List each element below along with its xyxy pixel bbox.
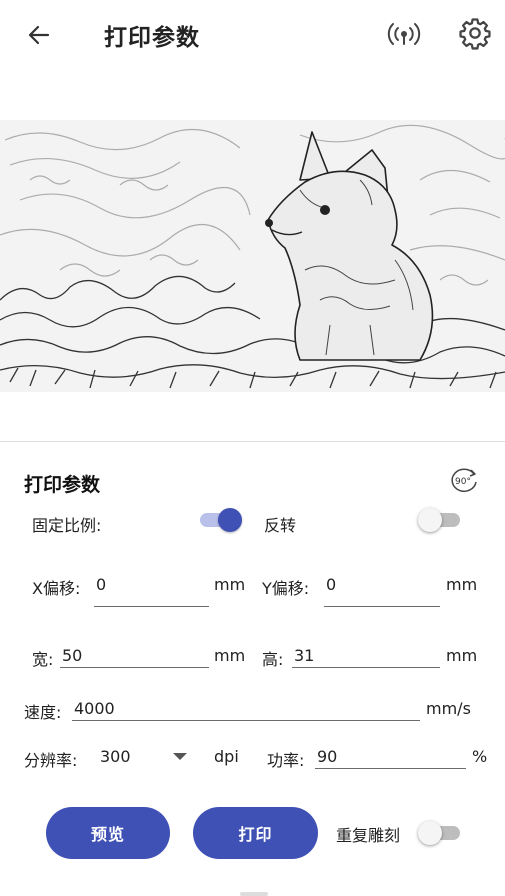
top-bar: 打印参数 [0, 0, 505, 70]
antenna-signal-icon [387, 23, 421, 45]
repeat-engrave-switch[interactable] [418, 820, 464, 846]
y-offset-underline [324, 606, 440, 607]
power-underline [315, 768, 466, 769]
y-offset-label: Y偏移: [262, 579, 310, 598]
rotate-90-label: 90° [455, 477, 471, 487]
height-underline [292, 667, 440, 668]
arrow-left-icon [28, 25, 50, 45]
height-input[interactable]: 31 [294, 646, 314, 665]
y-offset-input[interactable]: 0 [326, 575, 336, 594]
connection-button[interactable] [386, 18, 422, 50]
resolution-select[interactable]: 300 [100, 747, 131, 766]
height-unit: mm [446, 646, 478, 665]
print-button[interactable]: 打印 [193, 807, 318, 859]
speed-label: 速度: [24, 703, 62, 722]
power-label: 功率: [267, 751, 305, 770]
section-title: 打印参数 [24, 474, 101, 496]
x-offset-label: X偏移: [32, 579, 81, 598]
y-offset-unit: mm [446, 575, 478, 594]
chevron-down-icon[interactable] [173, 753, 187, 760]
rotate-90-icon: 90° [451, 468, 477, 493]
speed-unit: mm/s [426, 699, 471, 718]
page-title: 打印参数 [104, 25, 200, 51]
engraving-preview-image[interactable] [0, 120, 505, 392]
settings-button[interactable] [458, 16, 492, 50]
speed-underline [72, 720, 420, 721]
repeat-engrave-label: 重复雕刻 [336, 826, 401, 845]
rotate-90-button[interactable]: 90° [448, 466, 480, 494]
gear-icon [459, 18, 491, 50]
invert-switch[interactable] [418, 507, 464, 533]
speed-input[interactable]: 4000 [74, 699, 115, 718]
resolution-unit: dpi [214, 747, 239, 766]
width-label: 宽: [32, 650, 54, 669]
invert-label: 反转 [264, 516, 297, 535]
x-offset-underline [94, 606, 209, 607]
switch-knob [418, 821, 442, 845]
fixed-ratio-label: 固定比例: [32, 516, 102, 535]
fixed-ratio-switch[interactable] [196, 507, 242, 533]
width-input[interactable]: 50 [62, 646, 82, 665]
x-offset-input[interactable]: 0 [96, 575, 106, 594]
fox-sketch-image [0, 120, 505, 392]
preview-button[interactable]: 预览 [46, 807, 170, 859]
resolution-label: 分辨率: [24, 751, 78, 770]
back-button[interactable] [22, 18, 56, 52]
switch-knob [218, 508, 242, 532]
power-unit: % [472, 747, 488, 766]
height-label: 高: [262, 650, 284, 669]
x-offset-unit: mm [214, 575, 246, 594]
width-unit: mm [214, 646, 246, 665]
power-input[interactable]: 90 [317, 747, 337, 766]
switch-knob [418, 508, 442, 532]
width-underline [60, 667, 209, 668]
home-indicator [240, 892, 268, 896]
section-divider [0, 441, 505, 442]
